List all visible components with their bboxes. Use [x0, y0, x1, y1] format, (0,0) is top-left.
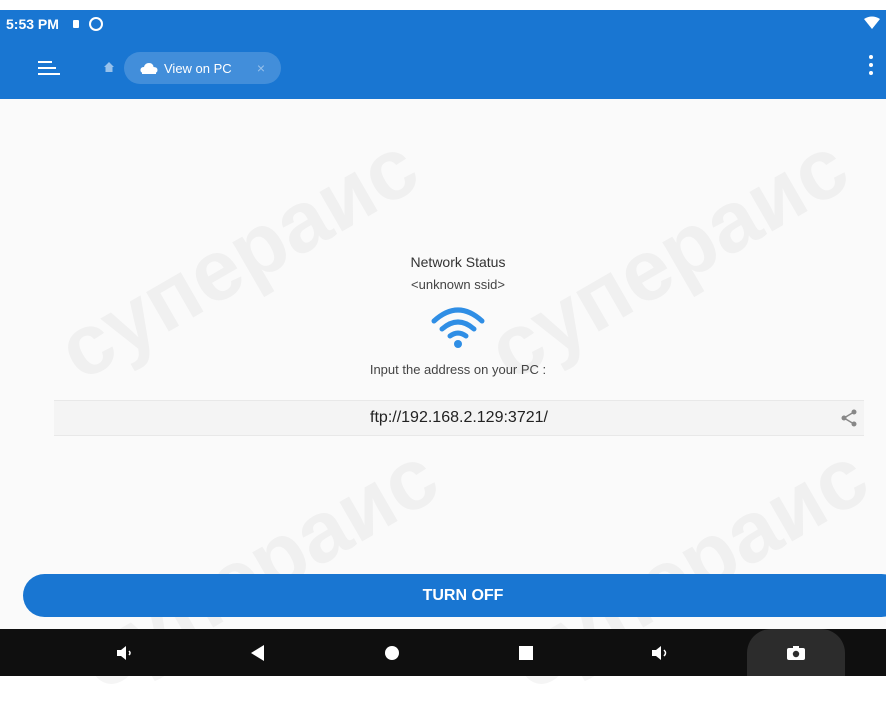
volume-up-icon[interactable]: [642, 629, 678, 676]
top-margin: [0, 0, 886, 10]
status-time: 5:53 PM: [6, 16, 59, 32]
camera-icon[interactable]: [778, 629, 814, 676]
ftp-address: ftp://192.168.2.129:3721/: [370, 409, 548, 426]
cloud-icon: [140, 62, 158, 74]
app-toolbar: View on PC ×: [0, 38, 886, 99]
menu-icon[interactable]: [34, 56, 64, 80]
ssid-label: <unknown ssid>: [411, 277, 505, 292]
content-area: супераис супераис супераис супераис Netw…: [0, 99, 886, 709]
home-icon[interactable]: [104, 62, 114, 72]
share-icon[interactable]: [840, 409, 858, 427]
app-notification-icon: [88, 17, 103, 31]
wifi-icon: [431, 307, 485, 348]
home-nav-icon[interactable]: [374, 629, 410, 676]
volume-down-icon[interactable]: [106, 629, 142, 676]
close-icon[interactable]: ×: [257, 60, 265, 76]
screenshot-button[interactable]: [747, 629, 845, 676]
address-hint: Input the address on your PC :: [369, 362, 547, 377]
wifi-signal-icon: [864, 16, 880, 29]
more-vert-icon[interactable]: [864, 52, 878, 84]
tab-label: View on PC: [164, 60, 232, 76]
navigation-bar: [0, 629, 886, 676]
tab-view-on-pc[interactable]: View on PC ×: [124, 52, 281, 84]
network-status-title: Network Status: [410, 254, 506, 270]
back-icon[interactable]: [240, 629, 276, 676]
address-field[interactable]: ftp://192.168.2.129:3721/: [54, 400, 864, 436]
status-bar: 5:53 PM: [0, 10, 886, 38]
turn-off-button[interactable]: TURN OFF: [23, 574, 886, 617]
recents-icon[interactable]: [508, 629, 544, 676]
notification-icon: [72, 20, 79, 28]
